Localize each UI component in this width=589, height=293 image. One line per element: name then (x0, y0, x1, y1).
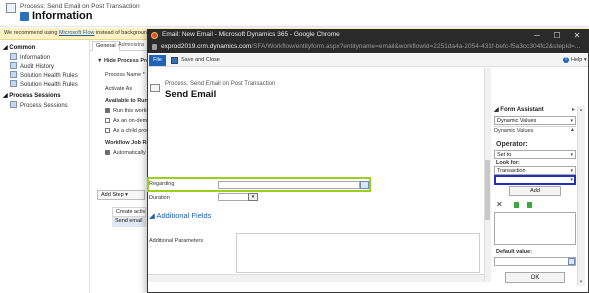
operator-label: Operator: (496, 141, 528, 148)
automatically-delete-option[interactable]: Automatically (105, 150, 146, 156)
hide-process-properties[interactable]: ▼ Hide Process Pro (97, 58, 150, 64)
help-button[interactable]: ? Help ▾ (563, 57, 587, 63)
nav-process-sessions-heading[interactable]: ◢ Process Sessions (3, 92, 61, 99)
additional-parameters-input[interactable] (236, 233, 480, 273)
save-icon[interactable] (171, 57, 178, 64)
process-icon (6, 3, 16, 13)
microsoft-flow-link[interactable]: Microsoft Flow (59, 30, 94, 36)
form-process-label: Process: Send Email on Post Transaction (165, 81, 276, 87)
page-title: Information (32, 10, 93, 22)
operator-select[interactable]: Set to ▾ (494, 150, 576, 159)
file-button[interactable]: File (149, 55, 166, 66)
chevron-down-icon[interactable]: ▾ (248, 193, 258, 201)
checkbox[interactable] (105, 118, 110, 123)
window-title: Email: New Email - Microsoft Dynamics 36… (162, 31, 340, 38)
notice-text: We recommend using Microsoft Flow instea… (4, 30, 156, 36)
information-icon (10, 53, 17, 60)
default-value-input[interactable] (494, 257, 576, 266)
additional-parameters-label: Additional Parameters (149, 238, 204, 244)
move-up-icon[interactable] (514, 202, 519, 208)
step-send-email[interactable]: Send email (112, 217, 146, 227)
form-assistant-scrollbar[interactable] (577, 106, 585, 286)
add-button[interactable]: Add (509, 186, 561, 196)
additional-fields-heading[interactable]: ◢ Additional Fields (149, 211, 211, 220)
nav-item-audit-history[interactable]: Audit History (10, 62, 54, 70)
tab-administration[interactable]: Administra (115, 41, 147, 49)
regarding-input[interactable] (218, 181, 360, 189)
process-name-label: Process Name * (105, 72, 145, 78)
on-demand-option[interactable]: As an on-dema (105, 118, 150, 124)
process-label: Process: Send Email on Post Transaction (20, 3, 140, 10)
lock-icon (152, 44, 157, 50)
collapse-icon[interactable]: ▸ (572, 106, 575, 113)
checkbox[interactable] (105, 150, 110, 155)
nav-item-solution-health-rules-2[interactable]: Solution Health Rules (10, 80, 78, 88)
chevron-down-icon: ▾ (570, 152, 573, 158)
audit-history-icon (10, 62, 17, 69)
nav-common-heading[interactable]: ◢ Common (3, 44, 35, 51)
workflow-job-heading: Workflow Job Re (105, 140, 150, 146)
add-step-button[interactable]: Add Step ▾ (97, 190, 145, 200)
available-to-run-heading: Available to Run (105, 98, 148, 104)
activate-as-label: Activate As (105, 86, 133, 92)
scroll-up-icon[interactable]: ▴ (578, 107, 584, 113)
maximize-button[interactable]: ☐ (547, 29, 567, 42)
regarding-label: Regarding (149, 181, 175, 187)
dynamic-values-subheading: Dynamic Values (494, 126, 576, 135)
solution-health-icon (10, 80, 17, 87)
child-process-option[interactable]: As a child proc (105, 128, 149, 134)
url-text[interactable]: exprod2019.crm.dynamics.com/SFA/Workflow… (161, 43, 580, 50)
info-icon (20, 12, 29, 21)
step-create-activity[interactable]: Create activ (112, 207, 146, 217)
scrollbar-thumb[interactable] (485, 160, 490, 220)
chrome-icon (151, 32, 158, 39)
process-sessions-icon (10, 101, 17, 108)
lookup-icon[interactable] (568, 258, 575, 265)
default-value-label: Default value: (496, 249, 533, 255)
scroll-down-icon[interactable]: ▾ (578, 279, 584, 285)
move-down-icon[interactable] (527, 202, 532, 208)
form-title: Send Email (165, 89, 217, 100)
nav-item-information[interactable]: Information (10, 53, 50, 61)
nav-item-process-sessions[interactable]: Process Sessions (10, 101, 68, 109)
email-icon (150, 84, 160, 92)
form-horizontal-scrollbar[interactable] (148, 274, 484, 282)
minimize-button[interactable]: ─ (527, 29, 547, 42)
attribute-select-highlighted[interactable]: ▾ (494, 175, 576, 185)
solution-health-icon (10, 71, 17, 78)
help-icon: ? (563, 57, 569, 63)
chevron-down-icon: ▾ (570, 177, 573, 183)
run-workflow-option[interactable]: Run this workf (105, 108, 148, 114)
chevron-up-icon[interactable]: ▲ (570, 127, 575, 133)
look-for-select[interactable]: Transaction ▾ (494, 166, 576, 175)
save-and-close-button[interactable]: Save and Close (181, 57, 220, 63)
nav-item-solution-health-rules[interactable]: Solution Health Rules (10, 71, 78, 79)
remove-icon[interactable]: ✕ (496, 200, 503, 209)
lookup-icon[interactable] (360, 181, 369, 189)
chevron-down-icon: ▾ (570, 168, 573, 174)
dynamic-values-list[interactable] (494, 212, 576, 245)
duration-label: Duration (149, 195, 170, 201)
dynamic-values-select[interactable]: Dynamic Values ▾ (494, 116, 576, 125)
chevron-down-icon: ▾ (570, 118, 573, 124)
checkbox[interactable] (105, 128, 110, 133)
checkbox[interactable] (105, 108, 110, 113)
form-assistant-heading[interactable]: ◢ Form Assistant (494, 106, 544, 113)
close-button[interactable]: ✕ (567, 29, 587, 42)
ok-button[interactable]: OK (505, 272, 565, 283)
